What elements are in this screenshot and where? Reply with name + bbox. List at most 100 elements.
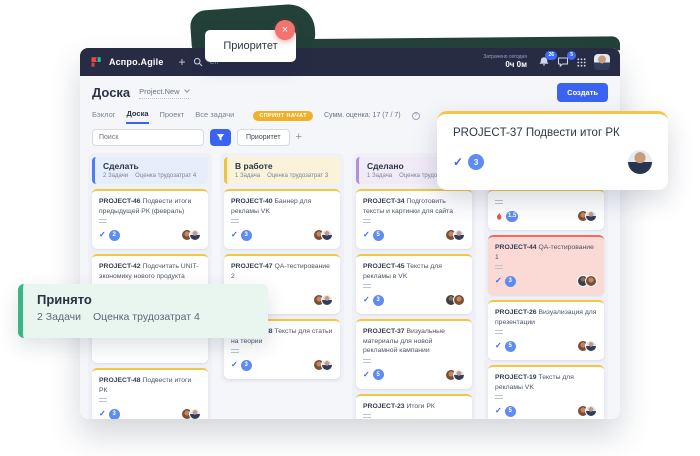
avatar [189,408,201,419]
task-title: Итоги РК [406,403,434,410]
check-icon: ✓ [231,361,238,369]
check-icon: ✓ [363,371,370,379]
task-card[interactable]: PROJECT-19 Тексты для рекламы VK ✓5 [488,365,604,419]
column-effort: Оценка трудозатрат 3 [267,173,328,179]
funnel-icon [216,133,225,142]
task-card[interactable]: PROJECT-34 Подготовить тексты и картинки… [356,189,472,249]
info-icon[interactable]: ? [412,112,420,120]
task-id: PROJECT-45 [363,263,405,270]
app-name: Аспро.Agile [109,57,164,67]
task-id: PROJECT-47 [231,263,273,270]
priority-filter-chip[interactable]: Приоритет [237,129,290,146]
tab-board[interactable]: Доска [126,107,148,124]
column-count: 1 Задача [235,173,260,179]
estimate-badge: 3 [505,276,516,287]
time-tracking-value: 0ч 0м [483,60,527,70]
task-card[interactable]: PROJECT-37 Визуальные материалы для ново… [356,319,472,389]
task-id: PROJECT-37 [363,328,405,335]
description-icon [363,414,371,418]
avatar [453,229,465,241]
tab-project[interactable]: Проект [160,108,185,123]
column-effort: Оценка трудозатрат 4 [135,173,196,179]
task-id: PROJECT-34 [363,198,405,205]
task-id: PROJECT-46 [99,198,141,205]
add-icon[interactable]: + [179,56,186,68]
estimate-badge: 1.5 [506,211,518,222]
description-icon [495,395,503,399]
tab-all-tasks[interactable]: Все задачи [195,108,234,123]
description-icon [363,219,371,223]
avatar [585,210,597,222]
messages-badge: 5 [567,51,576,60]
check-icon: ✓ [99,231,106,239]
close-icon[interactable]: × [275,20,295,40]
app-logo-icon [90,56,102,68]
user-avatar[interactable] [594,54,610,70]
estimate-badge: 2 [109,230,120,241]
search-icon[interactable] [193,57,203,67]
messages-button[interactable]: 5 [557,56,569,68]
page-title: Доска [92,85,130,100]
task-popup[interactable]: PROJECT-37 Подвести итог РК ✓ 3 [437,111,668,190]
description-icon [231,349,239,353]
avatar [585,275,597,287]
avatar [321,229,333,241]
task-id: PROJECT-23 [363,403,405,410]
task-card[interactable]: PROJECT-48 Подвести итоги РК ✓3 [92,368,208,419]
project-selector-value: Project.New [139,87,179,96]
estimate-badge: 5 [505,406,516,417]
check-icon: ✓ [99,410,106,418]
task-id: PROJECT-44 [495,244,537,251]
app-window: Аспро.Agile + Сп Затрачено сегодня 0ч 0м… [80,48,620,419]
notifications-button[interactable]: 26 [538,56,550,68]
estimate-badge: 5 [505,341,516,352]
fire-icon [495,212,503,221]
description-icon [231,219,239,223]
filter-button[interactable] [210,129,231,146]
column-name: Сделать [103,161,202,171]
task-card[interactable]: 1.5 [488,189,604,230]
avatar [453,369,465,381]
task-card[interactable]: PROJECT-23 Итоги РК ✓5 [356,394,472,419]
add-filter-button[interactable]: + [296,132,302,143]
accepted-popup-effort: Оценка трудозатрат 4 [93,311,200,323]
task-card[interactable]: PROJECT-26 Визуализация для презентации … [488,300,604,360]
avatar [628,150,652,174]
chevron-down-icon [184,87,190,93]
description-icon [363,359,371,363]
search-input[interactable] [92,129,204,146]
apps-grid-icon[interactable] [576,57,587,68]
check-icon: ✓ [453,155,463,169]
screenshot-stage: Аспро.Agile + Сп Затрачено сегодня 0ч 0м… [0,0,700,456]
notifications-badge: 26 [545,51,557,60]
project-selector[interactable]: Project.New [139,87,188,99]
column-count: 2 Задачи [103,173,128,179]
column-count: 1 Задача [367,173,392,179]
description-icon [495,330,503,334]
check-icon: ✓ [231,231,238,239]
estimate-badge: 3 [468,154,484,170]
board-header: Доска Project.New Создать [80,76,620,106]
task-id: PROJECT-40 [231,198,273,205]
tab-backlog[interactable]: Бэклог [92,108,115,123]
column-header: Сделать 2 Задачи Оценка трудозатрат 4 [92,157,208,184]
description-icon [99,398,107,402]
estimate-badge: 5 [373,369,384,380]
estimate-badge: 3 [241,230,252,241]
time-tracking: Затрачено сегодня 0ч 0м [483,54,527,70]
task-popup-title: PROJECT-37 Подвести итог РК [453,127,652,139]
estimate-badge: 3 [373,295,384,306]
task-card[interactable]: PROJECT-45 Тексты для рекламы в VK ✓3 [356,254,472,314]
description-icon [495,265,503,269]
task-id: PROJECT-19 [495,374,537,381]
task-card[interactable]: PROJECT-44 QA-тестирование 1 ✓3 [488,235,604,295]
avatar [585,405,597,417]
create-button[interactable]: Создать [557,83,608,102]
task-card[interactable]: PROJECT-40 Баннер для рекламы VK ✓3 [224,189,340,249]
accepted-popup-count: 2 Задачи [37,311,81,323]
task-id: PROJECT-42 [99,263,141,270]
estimate-badge: 3 [241,360,252,371]
task-card[interactable]: PROJECT-46 Подвести итоги предыдущей РК … [92,189,208,249]
task-id: PROJECT-48 [99,377,141,384]
column-header: В работе 1 ЗадачаОценка трудозатрат 3 [224,157,340,184]
